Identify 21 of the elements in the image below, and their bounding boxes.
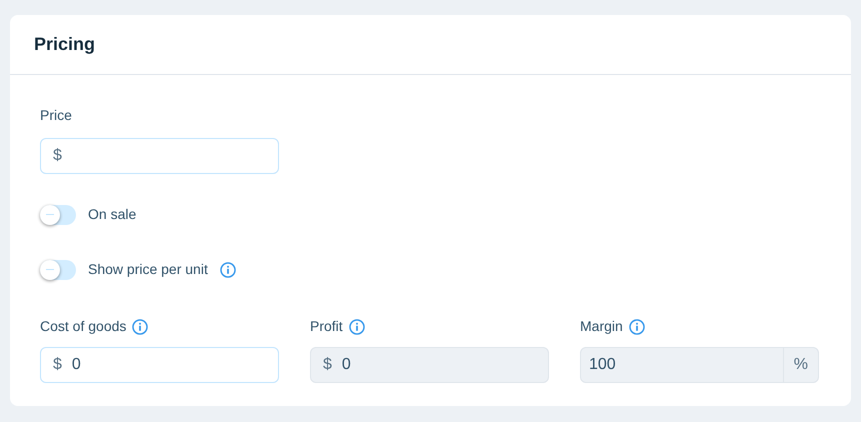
- input-field[interactable]: $: [40, 138, 279, 174]
- field-label: Price: [40, 106, 73, 125]
- toggle-label: Show price per unit: [88, 260, 208, 279]
- toggle-switch[interactable]: [40, 204, 76, 224]
- info-icon[interactable]: [628, 318, 645, 334]
- currency-symbol: $: [52, 146, 63, 166]
- card-title: Pricing: [34, 33, 96, 56]
- info-icon[interactable]: [220, 262, 236, 278]
- toggle-label: On sale: [88, 205, 136, 224]
- info-icon[interactable]: [132, 318, 148, 334]
- value-text: 0: [342, 355, 351, 375]
- toggle-switch[interactable]: [40, 260, 76, 280]
- field-label: Margin: [580, 317, 623, 336]
- info-icon[interactable]: [348, 318, 365, 334]
- input-field[interactable]: $ 0: [40, 347, 279, 383]
- value-text: 100: [589, 355, 616, 375]
- value-text: 0: [72, 355, 81, 375]
- currency-symbol: $: [322, 355, 333, 375]
- currency-symbol: $: [52, 355, 63, 375]
- field-label: Profit: [310, 317, 343, 336]
- field-label: Cost of goods: [40, 317, 126, 336]
